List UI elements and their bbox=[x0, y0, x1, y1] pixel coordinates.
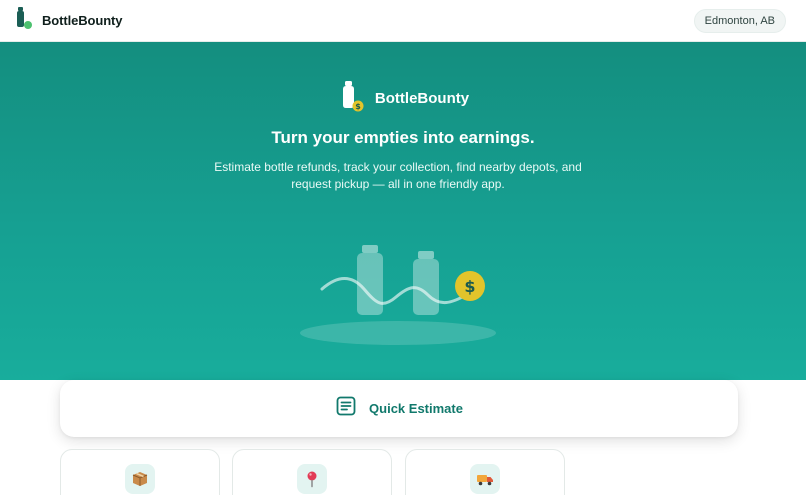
location-chip[interactable]: Edmonton, AB bbox=[693, 8, 786, 33]
quick-estimate-label: Quick Estimate bbox=[369, 401, 463, 416]
bottle-small-icon bbox=[413, 251, 439, 315]
svg-text:$: $ bbox=[464, 277, 475, 296]
feature-card-depots[interactable] bbox=[232, 449, 392, 495]
receipt-icon bbox=[335, 395, 357, 422]
hero-title: Turn your empties into earnings. bbox=[271, 128, 535, 147]
map-pin-icon bbox=[297, 464, 327, 494]
bottle-logo-icon bbox=[14, 6, 34, 35]
bottles-illustration: $ bbox=[300, 245, 496, 345]
hero-section: $ BottleBounty Turn your empties into ea… bbox=[0, 42, 806, 380]
header-brand[interactable]: BottleBounty bbox=[14, 6, 123, 35]
dollar-coin-icon: $ bbox=[455, 271, 485, 301]
bottle-coin-logo-icon: $ bbox=[337, 80, 365, 117]
header-brand-name: BottleBounty bbox=[42, 13, 123, 28]
truck-icon bbox=[470, 464, 500, 494]
app-page: BottleBounty Edmonton, AB $ BottleBounty… bbox=[0, 0, 806, 495]
feature-card-pickup[interactable] bbox=[405, 449, 565, 495]
svg-text:$: $ bbox=[355, 102, 361, 111]
package-icon bbox=[125, 464, 155, 494]
hero-subtitle: Estimate bottle refunds, track your coll… bbox=[214, 160, 582, 191]
feature-card-collection[interactable] bbox=[60, 449, 220, 495]
top-bar: BottleBounty Edmonton, AB bbox=[0, 0, 806, 42]
hero-brand-name: BottleBounty bbox=[374, 90, 470, 107]
bottle-large-icon bbox=[357, 245, 383, 315]
quick-estimate-button[interactable]: Quick Estimate bbox=[60, 380, 738, 437]
hero-brand: $ BottleBounty bbox=[0, 80, 806, 117]
